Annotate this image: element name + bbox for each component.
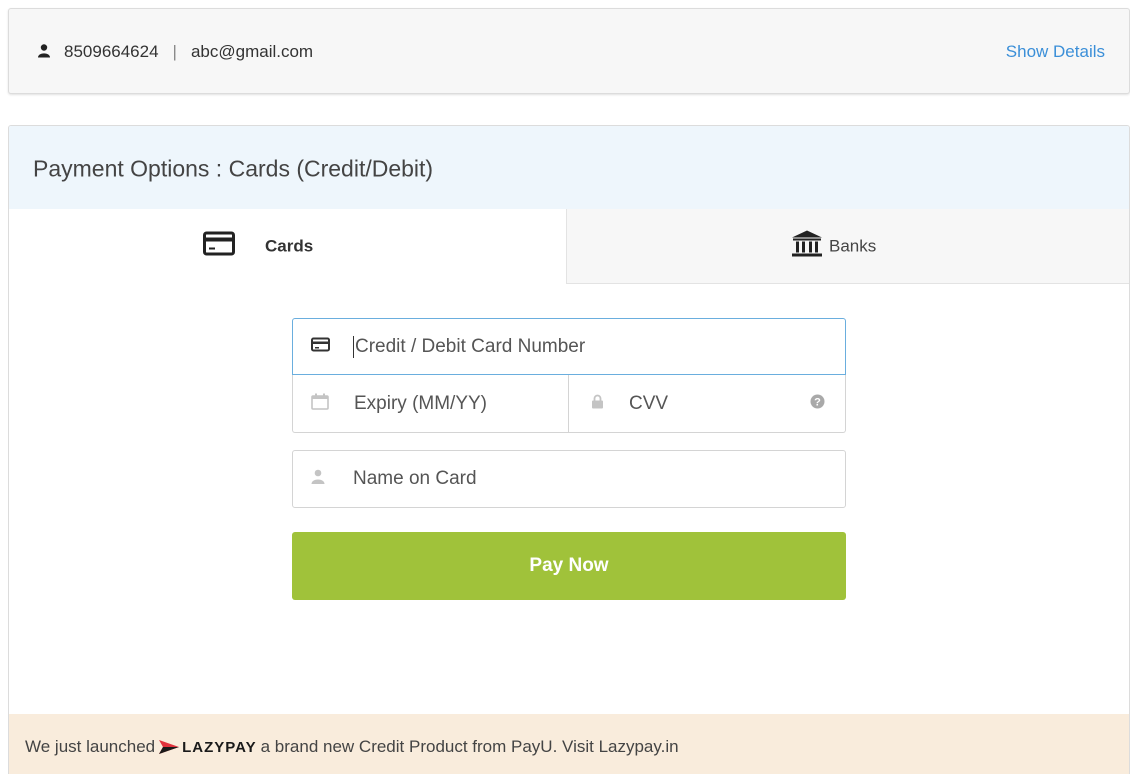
tab-cards-label: Cards (265, 236, 314, 255)
calendar-icon (311, 393, 329, 415)
page-title: Payment Options : Cards (Credit/Debit) (33, 155, 434, 182)
user-icon (37, 44, 51, 63)
payment-panel: Payment Options : Cards (Credit/Debit) C… (8, 125, 1130, 774)
expiry-field[interactable]: Expiry (MM/YY) (292, 375, 569, 433)
panel-header: Payment Options : Cards (Credit/Debit) (9, 126, 1129, 209)
name-on-card-placeholder: Name on Card (353, 468, 477, 489)
user-info-bar: 8509664624 | abc@gmail.com Show Details (8, 8, 1130, 94)
name-on-card-field[interactable]: Name on Card (292, 450, 846, 508)
user-phone: 8509664624 (64, 42, 159, 61)
tab-banks[interactable]: Banks (566, 209, 1129, 284)
help-icon[interactable]: ? (810, 394, 825, 414)
svg-text:?: ? (814, 396, 821, 408)
credit-card-icon (311, 337, 330, 356)
card-number-field[interactable]: Credit / Debit Card Number (292, 318, 846, 375)
user-email: abc@gmail.com (190, 42, 314, 61)
text-cursor (353, 335, 354, 358)
bank-icon (791, 230, 823, 263)
promo-banner: We just launched LAZYPAY a brand new Cre… (9, 714, 1129, 774)
promo-prefix: We just launched (25, 737, 156, 756)
tab-banks-label: Banks (829, 236, 877, 255)
expiry-placeholder: Expiry (MM/YY) (354, 392, 487, 414)
user-separator: | (172, 42, 177, 61)
lock-icon (591, 394, 604, 413)
show-details-link[interactable]: Show Details (1006, 42, 1105, 62)
cvv-placeholder: CVV (629, 392, 669, 414)
cvv-field[interactable]: CVV ? (568, 375, 846, 433)
credit-card-icon (203, 231, 235, 261)
card-number-placeholder: Credit / Debit Card Number (355, 335, 586, 357)
promo-suffix: a brand new Credit Product from PayU. Vi… (260, 737, 679, 756)
user-icon (311, 469, 325, 489)
tab-cards[interactable]: Cards (9, 209, 566, 284)
lazypay-logo: LAZYPAY (159, 739, 257, 756)
pay-now-button[interactable]: Pay Now (292, 532, 846, 600)
user-contact: 8509664624 | abc@gmail.com (64, 42, 313, 62)
lazypay-brand: LAZYPAY (182, 738, 257, 756)
